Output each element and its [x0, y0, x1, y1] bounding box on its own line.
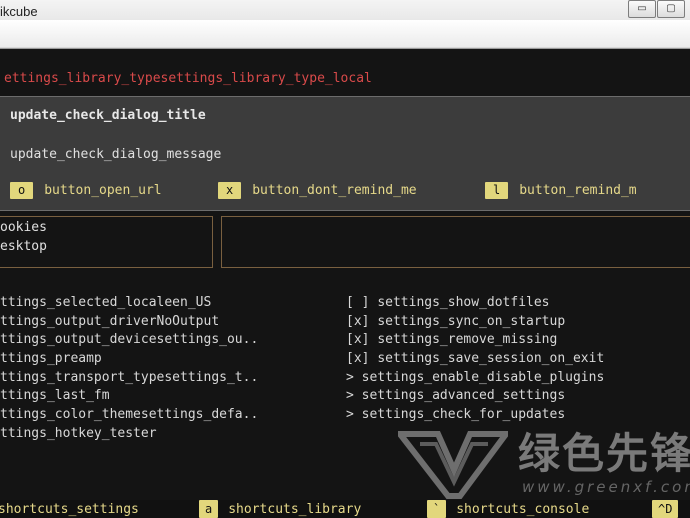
chevron-right-icon: >	[346, 407, 354, 423]
checkbox-marker: [x]	[346, 332, 370, 348]
title-bar: ikcube ▭ ▢	[0, 0, 690, 49]
setting-label: settings_enable_disable_plugins	[361, 369, 605, 385]
remind-later-button[interactable]: l button_remind_m	[485, 181, 637, 199]
directory-list[interactable]: ookies esktop	[0, 216, 213, 268]
checkbox-marker: [x]	[346, 351, 370, 367]
update-check-dialog: update_check_dialog_title update_check_d…	[0, 96, 690, 211]
setting-item[interactable]: ttings_hotkey_tester	[0, 425, 258, 444]
maximize-icon: ▢	[666, 3, 676, 14]
setting-label: settings_save_session_on_exit	[377, 351, 605, 367]
setting-item[interactable]: ttings_last_fm	[0, 387, 258, 406]
setting-label: settings_advanced_settings	[361, 388, 566, 404]
dialog-message: update_check_dialog_message	[10, 147, 222, 162]
shortcut-key: l	[485, 181, 509, 199]
minimize-icon: ▭	[637, 3, 647, 14]
checkbox-marker: [x]	[346, 313, 370, 329]
shortcut-label: shortcuts_settings	[0, 501, 139, 517]
button-label: button_dont_remind_me	[252, 182, 417, 198]
shortcut-quit[interactable]: ^D	[652, 500, 688, 518]
title-bar-strip	[0, 20, 690, 47]
button-label: button_open_url	[44, 182, 162, 198]
shortcut-key: a	[199, 500, 219, 518]
window-title: ikcube	[0, 4, 38, 19]
watermark-text: 绿色先锋	[518, 429, 690, 478]
dialog-title: update_check_dialog_title	[10, 108, 206, 123]
library-type-header: ettings_library_typesettings_library_typ…	[4, 71, 372, 86]
setting-label: settings_remove_missing	[377, 332, 558, 348]
setting-checkbox-remove-missing[interactable]: [x] settings_remove_missing	[346, 331, 604, 350]
minimize-button[interactable]: ▭	[628, 0, 656, 18]
setting-label: settings_show_dotfiles	[377, 295, 550, 310]
settings-list-right: [ ] settings_show_dotfiles [x] settings_…	[346, 294, 604, 425]
watermark-url: www.greenxf.com	[522, 478, 690, 496]
setting-checkbox-sync-on-startup[interactable]: [x] settings_sync_on_startup	[346, 313, 604, 332]
shortcut-key: o	[10, 181, 34, 199]
shortcut-library[interactable]: a shortcuts_library	[199, 500, 361, 518]
shortcut-settings[interactable]: shortcuts_settings	[0, 500, 139, 518]
setting-item[interactable]: ttings_transport_typesettings_t..	[0, 369, 258, 388]
chevron-right-icon: >	[346, 369, 354, 385]
open-url-button[interactable]: o button_open_url	[10, 181, 162, 199]
list-item[interactable]: esktop	[0, 239, 47, 254]
setting-link-plugins[interactable]: > settings_enable_disable_plugins	[346, 369, 604, 388]
setting-item[interactable]: ttings_selected_localeen_US	[0, 294, 258, 313]
checkbox-marker: [ ]	[346, 295, 370, 310]
setting-item[interactable]: ttings_output_devicesettings_ou..	[0, 331, 258, 350]
watermark-logo-icon	[398, 431, 508, 499]
setting-item[interactable]: ttings_preamp	[0, 350, 258, 369]
shortcut-label: shortcuts_library	[228, 501, 362, 517]
shortcut-key: x	[218, 181, 242, 199]
maximize-button[interactable]: ▢	[657, 0, 685, 18]
setting-checkbox-show-dotfiles[interactable]: [ ] settings_show_dotfiles	[346, 294, 604, 313]
shortcut-label: shortcuts_console	[456, 501, 590, 517]
setting-item[interactable]: ttings_output_driverNoOutput	[0, 313, 258, 332]
track-list[interactable]	[221, 216, 690, 268]
setting-checkbox-save-session[interactable]: [x] settings_save_session_on_exit	[346, 350, 604, 369]
setting-link-advanced[interactable]: > settings_advanced_settings	[346, 387, 604, 406]
setting-label: settings_sync_on_startup	[377, 313, 566, 329]
button-label: button_remind_m	[519, 182, 637, 198]
list-item[interactable]: ookies	[0, 220, 47, 235]
shortcut-key: ^D	[652, 500, 679, 518]
shortcut-key: `	[427, 500, 447, 518]
setting-item[interactable]: ttings_color_themesettings_defa..	[0, 406, 258, 425]
shortcut-console[interactable]: ` shortcuts_console	[427, 500, 589, 518]
chevron-right-icon: >	[346, 388, 354, 404]
shortcut-bar: shortcuts_settings a shortcuts_library `…	[0, 500, 690, 518]
dont-remind-button[interactable]: x button_dont_remind_me	[218, 181, 417, 199]
app-window: ikcube ▭ ▢ ettings_library_typesettings_…	[0, 0, 690, 518]
settings-list-left: ttings_selected_localeen_US ttings_outpu…	[0, 294, 258, 444]
